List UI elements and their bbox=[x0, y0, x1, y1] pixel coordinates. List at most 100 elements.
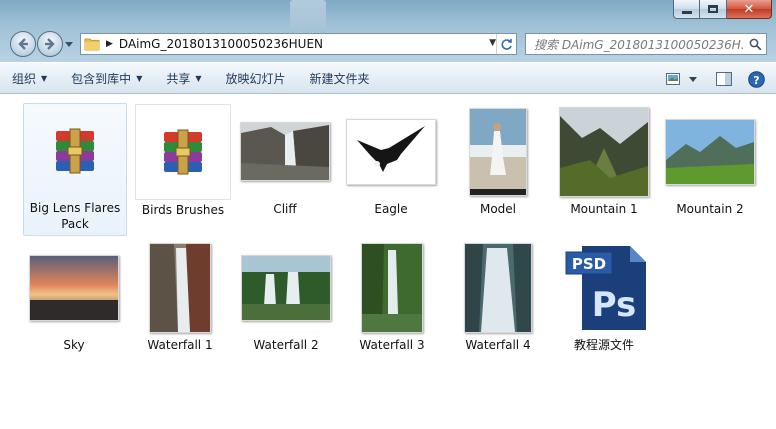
help-button[interactable]: ? bbox=[744, 67, 768, 91]
new-folder-label: 新建文件夹 bbox=[309, 71, 370, 86]
file-item-model[interactable]: Model bbox=[446, 103, 550, 221]
view-options-dropdown[interactable] bbox=[686, 67, 700, 91]
close-button[interactable]: ✕ bbox=[727, 0, 772, 19]
share-menu[interactable]: 共享 ▼ bbox=[154, 66, 213, 90]
image-thumbnail bbox=[361, 242, 423, 333]
share-label: 共享 bbox=[166, 71, 191, 86]
forward-button[interactable] bbox=[37, 31, 63, 57]
command-toolbar: 组织 ▼ 包含到库中 ▼ 共享 ▼ 放映幻灯片 新建文件夹 ? bbox=[0, 62, 776, 94]
image-thumbnail bbox=[29, 254, 119, 321]
magnifier-icon bbox=[749, 38, 761, 50]
refresh-button[interactable] bbox=[496, 34, 516, 54]
file-name: Eagle bbox=[374, 202, 408, 216]
file-name: Waterfall 4 bbox=[465, 338, 531, 352]
svg-text:?: ? bbox=[753, 73, 759, 86]
minimize-icon bbox=[681, 10, 692, 14]
organize-label: 组织 bbox=[12, 71, 37, 86]
maximize-icon bbox=[708, 5, 718, 13]
change-view-button[interactable] bbox=[662, 67, 686, 91]
address-bar[interactable]: ▶ DAimG_2018013100050236HUEN ▼ bbox=[80, 33, 517, 55]
file-item-waterfall-2[interactable]: Waterfall 2 bbox=[234, 239, 338, 357]
thumbnail bbox=[234, 104, 336, 199]
address-dropdown-icon[interactable]: ▼ bbox=[489, 38, 496, 48]
new-folder-button[interactable]: 新建文件夹 bbox=[298, 66, 382, 90]
close-icon: ✕ bbox=[743, 1, 755, 17]
window-controls: ✕ bbox=[673, 0, 772, 19]
file-item-waterfall-1[interactable]: Waterfall 1 bbox=[128, 239, 232, 357]
include-in-library-menu[interactable]: 包含到库中 ▼ bbox=[59, 66, 154, 90]
file-name: Model bbox=[479, 202, 517, 216]
file-name: Mountain 1 bbox=[570, 202, 638, 216]
search-input[interactable]: 搜索 DAimG_2018013100050236H... bbox=[534, 36, 744, 53]
file-name: Waterfall 3 bbox=[359, 338, 425, 352]
file-item-mountain-2[interactable]: Mountain 2 bbox=[658, 103, 762, 221]
winrar-archive-icon bbox=[56, 128, 94, 174]
preview-pane-icon bbox=[716, 72, 732, 86]
image-thumbnail bbox=[469, 107, 527, 196]
file-item-eagle[interactable]: Eagle bbox=[339, 103, 443, 221]
file-name: Big Lens Flares Pack bbox=[29, 201, 121, 231]
recent-pages-dropdown[interactable] bbox=[64, 31, 74, 57]
file-item-waterfall-3[interactable]: Waterfall 3 bbox=[340, 239, 444, 357]
slideshow-label: 放映幻灯片 bbox=[225, 71, 286, 86]
file-name: 教程源文件 bbox=[573, 338, 634, 352]
file-name: Cliff bbox=[273, 202, 297, 216]
svg-text:Ps: Ps bbox=[592, 285, 637, 325]
file-item-big-lens-flares-pack[interactable]: Big Lens Flares Pack bbox=[23, 103, 127, 236]
back-button[interactable] bbox=[10, 31, 36, 57]
slideshow-button[interactable]: 放映幻灯片 bbox=[214, 66, 298, 90]
minimize-button[interactable] bbox=[673, 0, 700, 19]
image-thumbnail bbox=[240, 122, 330, 181]
navigation-buttons bbox=[10, 31, 74, 57]
file-name: Waterfall 2 bbox=[253, 338, 319, 352]
toolbar-right-group: ? bbox=[662, 67, 768, 91]
thumbnail: PSD Ps bbox=[553, 240, 655, 335]
breadcrumb-separator-icon[interactable]: ▶ bbox=[106, 39, 113, 49]
thumbnail bbox=[447, 240, 549, 335]
file-item-mountain-1[interactable]: Mountain 1 bbox=[552, 103, 656, 221]
image-thumbnail bbox=[149, 242, 211, 333]
help-icon: ? bbox=[747, 70, 765, 88]
organize-menu[interactable]: 组织 ▼ bbox=[0, 66, 59, 90]
search-box[interactable]: 搜索 DAimG_2018013100050236H... bbox=[525, 33, 767, 55]
thumbnail bbox=[447, 104, 549, 199]
file-name: Waterfall 1 bbox=[147, 338, 213, 352]
thumbnail bbox=[553, 104, 655, 199]
chevron-down-icon bbox=[689, 76, 697, 82]
file-list-view: Big Lens Flares Pack Birds Brushes Cliff… bbox=[0, 95, 776, 429]
forward-arrow-icon bbox=[45, 38, 55, 50]
file-item-sky[interactable]: Sky bbox=[22, 239, 126, 357]
image-thumbnail bbox=[559, 106, 649, 197]
image-thumbnail bbox=[241, 254, 331, 321]
background-decoration bbox=[290, 0, 326, 30]
thumbnail bbox=[341, 240, 443, 335]
thumbnail bbox=[340, 104, 442, 199]
file-name: Mountain 2 bbox=[676, 202, 744, 216]
refresh-icon bbox=[501, 38, 512, 50]
image-thumbnail bbox=[346, 118, 436, 185]
photoshop-psd-icon: PSD Ps bbox=[565, 245, 646, 330]
view-icon bbox=[666, 72, 680, 85]
back-arrow-icon bbox=[18, 38, 28, 50]
maximize-button[interactable] bbox=[700, 0, 727, 19]
address-path[interactable]: DAimG_2018013100050236HUEN bbox=[119, 37, 323, 51]
file-item-birds-brushes[interactable]: Birds Brushes bbox=[131, 103, 235, 221]
image-thumbnail bbox=[665, 118, 755, 185]
preview-pane-button[interactable] bbox=[712, 67, 736, 91]
thumbnail bbox=[24, 104, 126, 198]
thumbnail bbox=[132, 104, 234, 200]
thumbnail bbox=[659, 104, 761, 199]
chevron-down-icon: ▼ bbox=[136, 73, 143, 83]
thumbnail bbox=[23, 240, 125, 335]
image-thumbnail bbox=[464, 242, 532, 333]
svg-text:PSD: PSD bbox=[572, 255, 606, 273]
file-item-waterfall-4[interactable]: Waterfall 4 bbox=[446, 239, 550, 357]
file-name: Sky bbox=[63, 338, 85, 352]
chevron-down-icon bbox=[65, 41, 73, 47]
thumbnail bbox=[129, 240, 231, 335]
file-item-tutorial-source[interactable]: PSD Ps 教程源文件 bbox=[552, 239, 656, 357]
search-button[interactable] bbox=[744, 38, 766, 51]
folder-icon bbox=[84, 38, 100, 51]
file-item-cliff[interactable]: Cliff bbox=[233, 103, 337, 221]
chevron-down-icon: ▼ bbox=[195, 73, 202, 83]
